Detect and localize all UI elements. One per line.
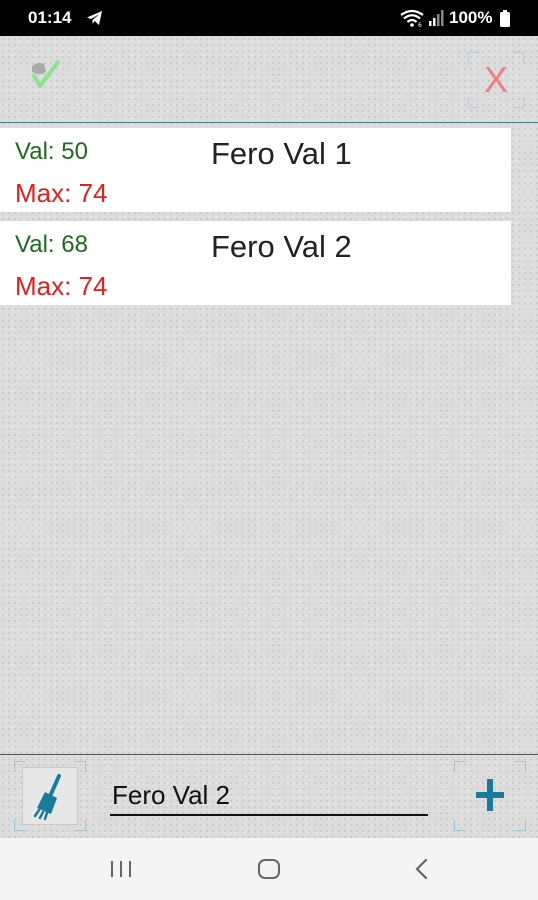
item-value: Val: 68: [15, 231, 88, 258]
frame-corner: [454, 761, 465, 772]
signal-icon: [429, 10, 444, 26]
clear-button[interactable]: [14, 761, 86, 831]
item-name: Fero Val 1: [211, 136, 352, 171]
battery-percent: 100%: [449, 8, 493, 27]
name-input[interactable]: [110, 776, 428, 816]
item-max: Max: 74: [15, 178, 108, 208]
frame-corner: [468, 97, 479, 108]
status-time: 01:14: [28, 8, 72, 27]
system-nav-bar: [0, 838, 538, 900]
item-value: Val: 50: [15, 138, 88, 165]
clear-button-face: [22, 767, 78, 825]
value-list: Val: 50 Max: 74 Fero Val 1 Val: 68 Max: …: [0, 128, 511, 314]
frame-corner: [515, 761, 526, 772]
wifi-icon: 6: [400, 9, 424, 27]
battery-icon: [500, 10, 510, 27]
list-item[interactable]: Val: 68 Max: 74 Fero Val 2: [0, 221, 511, 305]
back-icon[interactable]: [410, 857, 434, 881]
close-button[interactable]: X: [468, 52, 524, 108]
frame-corner: [468, 52, 479, 63]
checkmark-icon: [32, 60, 60, 88]
add-button[interactable]: [454, 761, 526, 831]
close-icon: X: [483, 59, 508, 100]
frame-corner: [513, 52, 524, 63]
frame-corner: [454, 820, 465, 831]
frame-corner: [513, 97, 524, 108]
telegram-icon: [87, 11, 102, 25]
confirm-button[interactable]: [18, 52, 74, 104]
item-max: Max: 74: [15, 271, 108, 301]
item-name: Fero Val 2: [211, 229, 352, 264]
recent-apps-icon[interactable]: [108, 856, 134, 882]
svg-text:6: 6: [418, 22, 422, 27]
toolbar-divider: [0, 122, 538, 123]
list-item[interactable]: Val: 50 Max: 74 Fero Val 1: [0, 128, 511, 212]
home-icon[interactable]: [257, 857, 281, 881]
plus-icon: [476, 779, 504, 811]
broom-icon: [33, 774, 61, 821]
toolbar: [0, 36, 538, 122]
frame-corner: [515, 820, 526, 831]
status-bar: 01:14 6 100%: [0, 0, 538, 36]
